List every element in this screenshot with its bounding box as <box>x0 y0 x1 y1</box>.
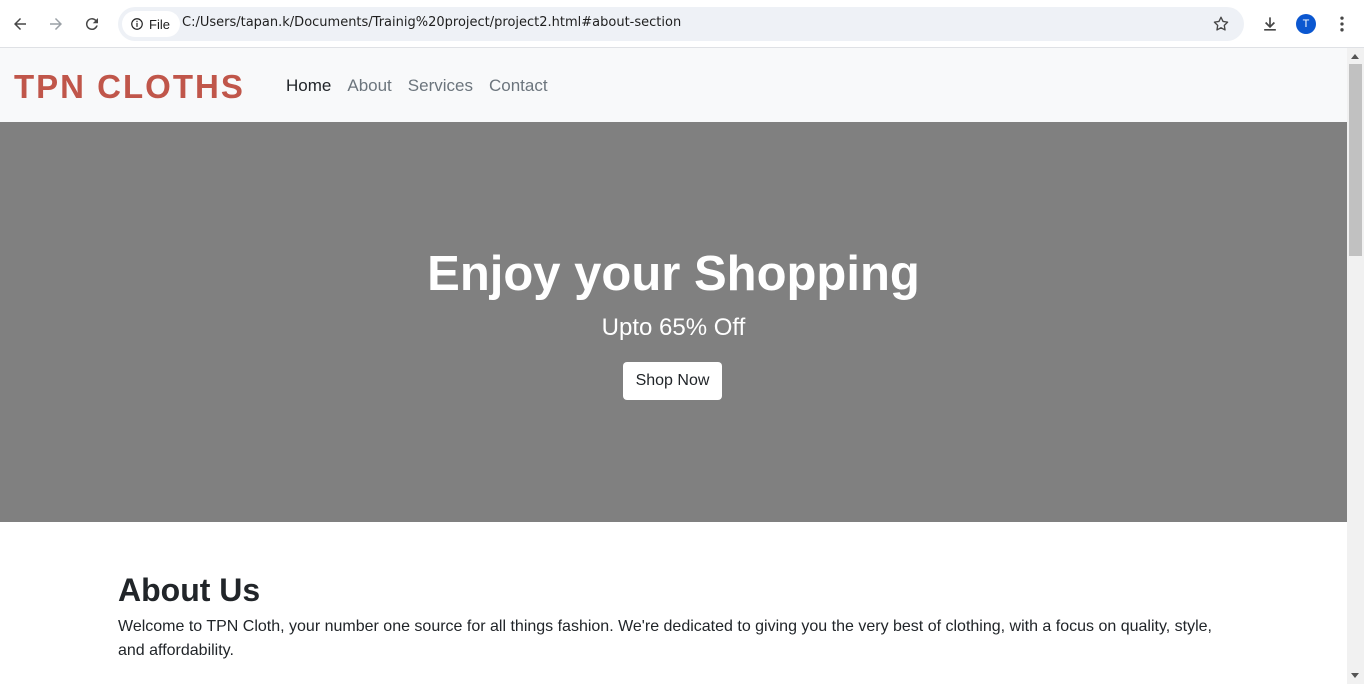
browser-toolbar: File C:/Users/tapan.k/Documents/Trainig%… <box>0 0 1364 48</box>
forward-button[interactable] <box>42 10 70 38</box>
hero-title: Enjoy your Shopping <box>427 247 920 301</box>
scroll-up-arrow-icon[interactable] <box>1351 54 1359 59</box>
menu-icon <box>1340 16 1344 32</box>
nav-link-about[interactable]: About <box>347 76 391 96</box>
scroll-down-arrow-icon[interactable] <box>1351 673 1359 678</box>
site-navbar: TPN CLOTHS Home About Services Contact <box>0 48 1347 122</box>
star-icon[interactable] <box>1212 15 1230 33</box>
site-info-chip[interactable]: File <box>122 11 180 37</box>
forward-icon <box>50 18 62 30</box>
menu-button[interactable] <box>1330 12 1354 36</box>
about-text: Welcome to TPN Cloth, your number one so… <box>118 618 1212 659</box>
nav-link-contact[interactable]: Contact <box>489 76 548 96</box>
download-icon <box>1264 17 1276 31</box>
hero-banner: Enjoy your Shopping Upto 65% Off Shop No… <box>0 122 1347 522</box>
vertical-scrollbar[interactable] <box>1347 48 1364 684</box>
profile-avatar[interactable]: T <box>1296 14 1316 34</box>
nav-link-home[interactable]: Home <box>286 76 331 96</box>
about-heading: About Us <box>118 572 261 608</box>
shop-now-button[interactable]: Shop Now <box>623 362 722 400</box>
reload-icon <box>85 18 98 31</box>
address-bar[interactable]: File C:/Users/tapan.k/Documents/Trainig%… <box>118 7 1244 41</box>
reload-button[interactable] <box>78 10 106 38</box>
nav-link-services[interactable]: Services <box>408 76 473 96</box>
brand-logo[interactable]: TPN CLOTHS <box>14 68 245 106</box>
info-icon <box>131 18 143 30</box>
scroll-thumb[interactable] <box>1349 64 1362 256</box>
url-text[interactable]: C:/Users/tapan.k/Documents/Trainig%20pro… <box>182 15 681 30</box>
back-icon <box>14 18 26 30</box>
download-button[interactable] <box>1258 12 1282 36</box>
nav-links: Home About Services Contact <box>286 76 548 96</box>
chip-label: File <box>149 16 170 32</box>
about-section: About Us Welcome to TPN Cloth, your numb… <box>118 572 1228 663</box>
page-viewport: TPN CLOTHS Home About Services Contact E… <box>0 48 1347 684</box>
back-button[interactable] <box>6 10 34 38</box>
hero-subtitle: Upto 65% Off <box>601 314 746 341</box>
